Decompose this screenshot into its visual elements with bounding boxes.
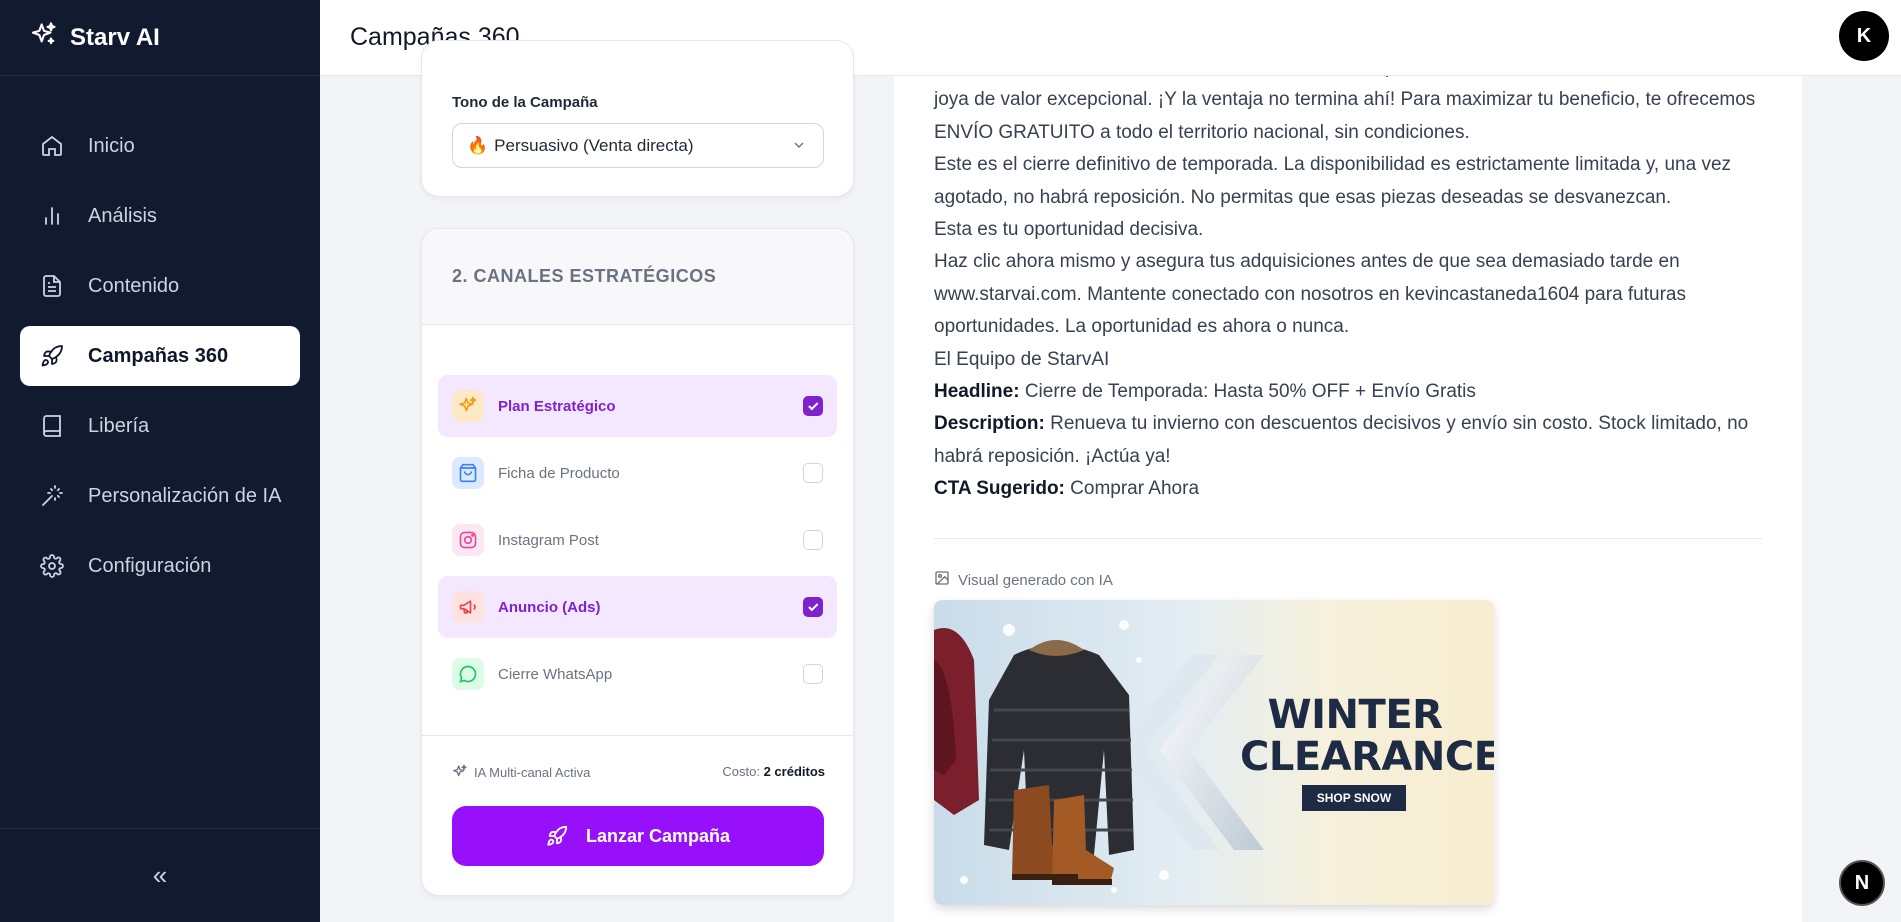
sparkles-icon xyxy=(452,390,484,422)
channel-instagram-post[interactable]: Instagram Post xyxy=(438,509,837,571)
bar-chart-icon xyxy=(38,202,66,230)
channels-footer-info: IA Multi-canal Activa Costo: 2 créditos xyxy=(452,764,825,780)
channel-plan-estrategico[interactable]: Plan Estratégico xyxy=(438,375,837,437)
avatar[interactable]: K xyxy=(1839,11,1889,61)
banner-title: WINTER CLEARANCE xyxy=(1240,692,1494,780)
sidebar-item-personalizacion[interactable]: Personalización de IA xyxy=(20,466,300,526)
chevron-down-icon xyxy=(794,142,804,148)
sidebar-item-configuracion[interactable]: Configuración xyxy=(20,536,300,596)
sidebar-item-label: Contenido xyxy=(88,274,180,297)
sidebar-item-label: Campañas 360 xyxy=(88,344,229,367)
channels-footer: IA Multi-canal Activa Costo: 2 créditos … xyxy=(422,735,853,895)
visual-label-text: Visual generado con IA xyxy=(958,571,1113,589)
copy-signature: El Equipo de StarvAI xyxy=(934,348,1110,370)
channels-title: 2. CANALES ESTRATÉGICOS xyxy=(422,229,853,325)
channel-label: Cierre WhatsApp xyxy=(498,665,613,683)
channel-checkbox[interactable] xyxy=(803,530,823,550)
headline-value: Cierre de Temporada: Hasta 50% OFF + Env… xyxy=(1024,381,1476,403)
description-row: Description: Renueva tu invierno con des… xyxy=(934,408,1764,473)
channel-ficha-producto[interactable]: Ficha de Producto xyxy=(438,442,837,504)
copy-paragraph: Este es el cierre definitivo de temporad… xyxy=(934,154,1732,208)
sparkles-icon xyxy=(453,764,467,777)
document-icon xyxy=(38,272,66,300)
headline-label: Headline: xyxy=(934,381,1020,403)
channel-label: Instagram Post xyxy=(498,531,599,549)
brand[interactable]: Starv AI xyxy=(0,0,320,76)
instagram-icon xyxy=(452,524,484,556)
channel-checkbox[interactable] xyxy=(803,463,823,483)
channel-anuncio-ads[interactable]: Anuncio (Ads) xyxy=(438,576,837,638)
channel-label: Plan Estratégico xyxy=(498,397,616,415)
campaign-copy: Disfruta de descuentos decisivos de hast… xyxy=(934,52,1764,506)
sidebar-nav: Inicio Análisis Contenido Campañas 360 L… xyxy=(0,76,320,596)
rocket-icon xyxy=(38,342,66,370)
sidebar-item-campanas[interactable]: Campañas 360 xyxy=(20,326,300,386)
description-label: Description: xyxy=(934,413,1045,435)
megaphone-icon xyxy=(452,591,484,623)
sidebar-item-label: Libería xyxy=(88,414,150,437)
shopping-bag-icon xyxy=(452,457,484,489)
channel-cierre-whatsapp[interactable]: Cierre WhatsApp xyxy=(438,643,837,705)
cta-value: Comprar Ahora xyxy=(1070,478,1200,500)
dev-tools-badge[interactable]: N xyxy=(1839,860,1885,906)
tone-select[interactable]: 🔥 Persuasivo (Venta directa) xyxy=(452,123,824,168)
channels-card: 2. CANALES ESTRATÉGICOS Plan Estratégico… xyxy=(421,228,854,896)
cost-label: Costo: xyxy=(722,764,760,779)
channel-checkbox[interactable] xyxy=(803,597,823,617)
sidebar-item-analisis[interactable]: Análisis xyxy=(20,186,300,246)
tone-card: Tono de la Campaña 🔥 Persuasivo (Venta d… xyxy=(421,40,854,197)
copy-paragraph: Esta es tu oportunidad decisiva. xyxy=(934,219,1204,241)
cost: Costo: 2 créditos xyxy=(722,764,825,780)
generated-banner-image[interactable]: WINTER CLEARANCE SHOP SNOW xyxy=(934,600,1494,905)
rocket-icon xyxy=(547,825,568,846)
ai-status-label: IA Multi-canal Activa xyxy=(474,764,591,780)
tone-label: Tono de la Campaña xyxy=(452,94,598,111)
fire-icon: 🔥 xyxy=(467,135,489,155)
visual-label: Visual generado con IA xyxy=(934,570,1113,590)
sidebar-footer: « xyxy=(0,828,320,922)
sidebar-item-label: Inicio xyxy=(88,134,135,157)
sidebar-item-liberia[interactable]: Libería xyxy=(20,396,300,456)
sidebar-item-contenido[interactable]: Contenido xyxy=(20,256,300,316)
campaign-output-panel: Disfruta de descuentos decisivos de hast… xyxy=(894,0,1802,922)
channel-label: Ficha de Producto xyxy=(498,464,620,482)
divider xyxy=(934,538,1762,539)
launch-label: Lanzar Campaña xyxy=(585,825,731,846)
sparkles-icon xyxy=(30,21,58,54)
magic-wand-icon xyxy=(38,482,66,510)
cost-value: 2 créditos xyxy=(763,764,825,779)
sidebar-item-inicio[interactable]: Inicio xyxy=(20,116,300,176)
check-icon xyxy=(808,402,819,411)
sidebar: Starv AI Inicio Análisis Contenido Campa… xyxy=(0,0,320,922)
sidebar-item-label: Configuración xyxy=(88,554,212,577)
copy-paragraph: Haz clic ahora mismo y asegura tus adqui… xyxy=(934,251,1686,338)
copy-paragraph: joya de valor excepcional. ¡Y la ventaja… xyxy=(934,89,1756,143)
headline-row: Headline: Cierre de Temporada: Hasta 50%… xyxy=(934,376,1764,408)
cta-label: CTA Sugerido: xyxy=(934,478,1065,500)
cta-row: CTA Sugerido: Comprar Ahora xyxy=(934,473,1764,505)
channel-label: Anuncio (Ads) xyxy=(498,598,601,616)
gear-icon xyxy=(38,552,66,580)
check-icon xyxy=(808,603,819,612)
image-icon xyxy=(934,570,958,590)
channel-checkbox[interactable] xyxy=(803,396,823,416)
chat-icon xyxy=(452,658,484,690)
brand-name: Starv AI xyxy=(70,23,160,51)
description-value: Renueva tu invierno con descuentos decis… xyxy=(934,413,1749,467)
banner-shop-button: SHOP SNOW xyxy=(1302,785,1406,811)
collapse-sidebar-button[interactable]: « xyxy=(153,860,167,891)
book-icon xyxy=(38,412,66,440)
home-icon xyxy=(38,132,66,160)
sidebar-item-label: Personalización de IA xyxy=(88,484,282,507)
channels-list: Plan Estratégico Ficha de Producto Insta… xyxy=(422,325,853,705)
launch-campaign-button[interactable]: Lanzar Campaña xyxy=(452,806,824,866)
channel-checkbox[interactable] xyxy=(803,664,823,684)
sidebar-item-label: Análisis xyxy=(88,204,157,227)
tone-selected-value: Persuasivo (Venta directa) xyxy=(494,135,694,155)
ai-status: IA Multi-canal Activa xyxy=(452,764,590,780)
